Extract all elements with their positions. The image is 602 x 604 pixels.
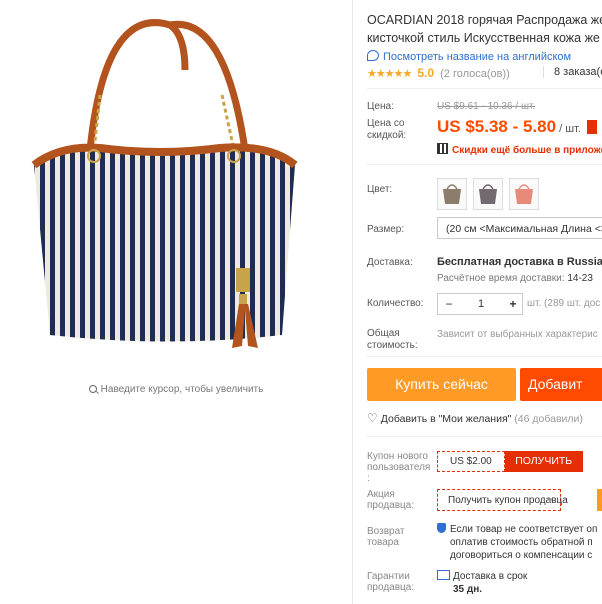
returns-line-1: Если товар не соответствует оп [450,524,598,535]
app-discount-text[interactable]: Скидки ещё больше в приложе [452,145,602,156]
divider [367,436,602,437]
heart-icon: ♡ [367,411,378,425]
guarantee-label-line1: Гарантии [367,571,410,582]
title-line-1: OCARDIAN 2018 горячая Распродажа же [367,13,602,27]
shipping-time-value: 14-23 [567,273,593,284]
seller-promo-label: Акция продавца: [367,489,414,511]
orders-count: 8 заказа(ов) [543,66,602,78]
new-user-coupon: US $2.00 ПОЛУЧИТЬ [437,451,583,472]
divider [367,164,602,165]
divider [367,356,602,357]
app-discount-link[interactable]: Скидки ещё больше в приложе [437,143,602,156]
guarantee-days: 35 дн. [453,584,483,595]
price-label: Цена: [367,101,394,112]
shipping-label: Доставка: [367,257,413,268]
current-price: US $5.38 - 5.80/ шт. [437,117,597,137]
discount-price-label: Цена со скидкой: [367,118,406,142]
returns-label: Возврат товара [367,526,405,548]
product-title: OCARDIAN 2018 горячая Распродажа же кист… [367,11,602,47]
old-price: US $9.61 - 10.36 / шт. [437,101,536,112]
guarantee-label: Гарантии продавца: [367,571,414,593]
divider [367,88,602,89]
total-note: Зависит от выбранных характерис [437,329,598,340]
new-user-coupon-label-line3: : [367,473,370,484]
quantity-input[interactable]: 1 [460,294,502,314]
get-coupon-button[interactable]: ПОЛУЧИТЬ [504,451,583,472]
shipping-time-label: Расчётное время доставки: [437,273,565,284]
stock-note: шт. (289 шт. дос [527,298,601,309]
guarantee-delivery: Доставка в срок [437,570,527,582]
product-info: OCARDIAN 2018 горячая Распродажа же кист… [353,0,602,604]
add-to-cart-button[interactable]: Добавит [520,368,602,401]
returns-label-line2: товара [367,537,399,548]
discount-price-label-line2: скидкой: [367,130,407,141]
quantity-minus-button[interactable]: − [438,294,460,314]
color-swatch-1[interactable] [437,178,467,210]
shipping-method[interactable]: Бесплатная доставка в Russian F [437,256,602,268]
wishlist-count: (46 добавили) [514,413,583,425]
product-gallery: Наведите курсор, чтобы увеличить [0,0,352,604]
seller-promo-label-line1: Акция [367,489,395,500]
color-label: Цвет: [367,184,393,195]
total-label-line2: стоимость: [367,340,418,351]
wishlist-text[interactable]: Добавить в "Мои желания" [381,413,512,425]
total-label-line1: Общая [367,328,400,339]
translate-icon [367,50,379,61]
zoom-hint: Наведите курсор, чтобы увеличить [0,384,352,395]
qr-code-icon [437,143,448,154]
seller-promo-button[interactable] [597,489,602,511]
total-label: Общая стоимость: [367,328,418,352]
chevron-down-icon: ▼ [546,496,554,505]
quantity-stepper: − 1 + [437,293,523,315]
new-user-coupon-label-line2: пользователя [367,462,431,473]
zoom-hint-text: Наведите курсор, чтобы увеличить [100,384,264,395]
returns-line-2: оплатив стоимость обратной п [450,537,593,548]
discount-price-label-line1: Цена со [367,118,405,129]
new-user-coupon-label-line1: Купон нового [367,451,428,462]
truck-icon [437,570,450,580]
rating-row: ★★★★★ 5.0 (2 голоса(ов)) 8 заказа(ов) [367,66,602,80]
magnifier-icon [88,385,97,393]
color-swatch-3[interactable] [509,178,539,210]
seller-coupon-dropdown[interactable]: Получить купон продавца ▼ [437,489,568,511]
returns-policy: Если товар не соответствует оп оплатив с… [437,523,597,562]
returns-line-3: договориться о компенсации с [450,550,593,561]
title-line-2: кисточкой стиль Искусственная кожа же [367,31,600,45]
price-unit: / шт. [559,123,581,135]
coupon-amount: US $2.00 [437,451,505,472]
buy-now-button[interactable]: Купить сейчас [367,368,516,401]
new-user-coupon-label: Купон нового пользователя : [367,451,430,484]
returns-label-line1: Возврат [367,526,405,537]
quantity-label: Количество: [367,298,424,309]
discount-badge [586,120,597,134]
guarantee-label-line2: продавца: [367,582,415,593]
quantity-plus-button[interactable]: + [502,294,524,314]
translate-link-text[interactable]: Посмотреть название на английском [383,51,571,63]
product-image[interactable] [20,10,320,360]
size-label: Размер: [367,224,405,235]
guarantee-line-1: Доставка в срок [453,571,528,582]
star-rating-icon: ★★★★★ [367,68,412,80]
seller-promo-label-line2: продавца: [367,500,415,511]
current-price-value: US $5.38 - 5.80 [437,117,557,136]
size-option[interactable]: (20 см <Максимальная Длина <30 [437,217,602,239]
rating-votes[interactable]: (2 голоса(ов)) [440,68,510,80]
wishlist-link[interactable]: ♡ Добавить в "Мои желания" (46 добавили) [367,411,583,425]
rating-score: 5.0 [417,66,435,80]
color-swatch-2[interactable] [473,178,503,210]
shipping-time: Расчётное время доставки: 14-23 [437,273,593,284]
translate-link[interactable]: Посмотреть название на английском [367,50,571,63]
shield-icon [437,523,446,533]
